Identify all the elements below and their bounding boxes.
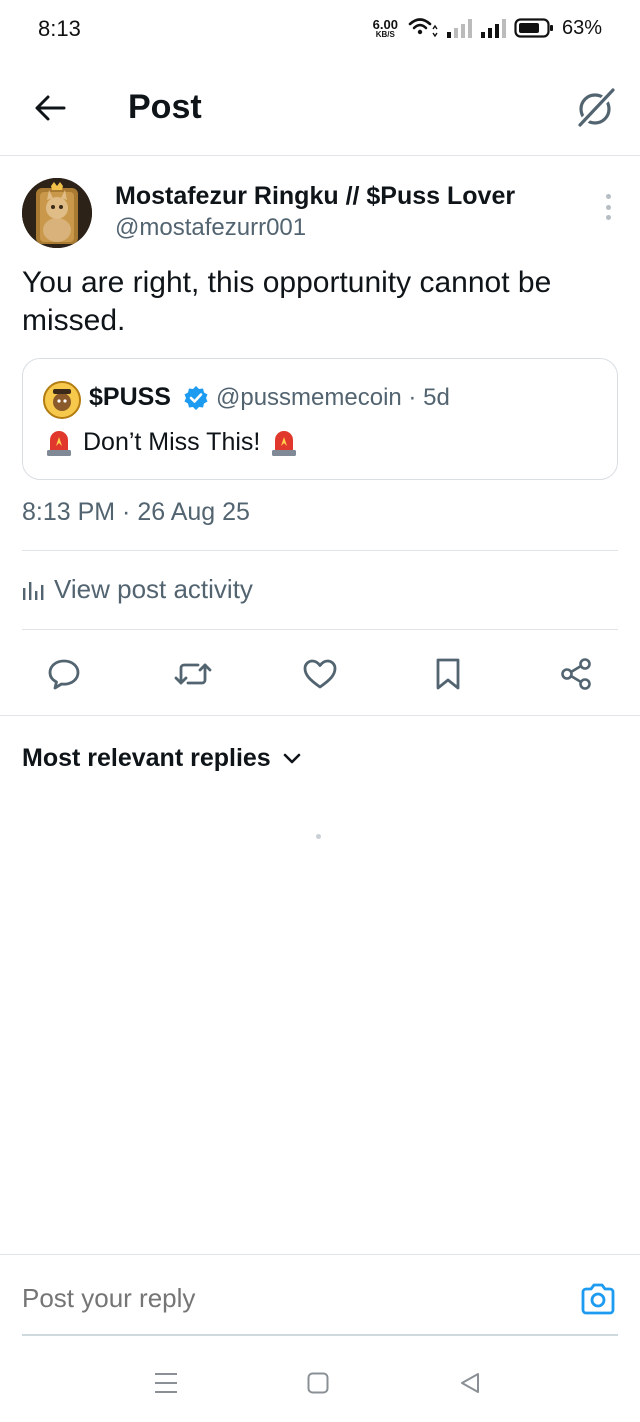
- home-button[interactable]: [298, 1368, 338, 1398]
- page-title: Post: [128, 88, 202, 126]
- system-nav-bar: [0, 1340, 640, 1422]
- quoted-author-handle: @pussmemecoin · 5d: [216, 384, 450, 411]
- author-name[interactable]: Mostafezur Ringku // $Puss Lover: [115, 182, 515, 211]
- wifi-icon: [408, 18, 438, 38]
- police-light-icon: [47, 431, 71, 456]
- bookmark-icon: [436, 658, 460, 690]
- back-button[interactable]: [28, 86, 72, 130]
- cat-on-throne-image: [22, 178, 92, 248]
- more-dot-icon: [605, 194, 611, 199]
- repost-button[interactable]: [169, 650, 217, 698]
- share-icon: [561, 658, 591, 690]
- net-speed-value: 6.00: [372, 16, 398, 32]
- share-button[interactable]: [552, 650, 600, 698]
- status-time: 8:13: [38, 16, 81, 41]
- grok-button[interactable]: [572, 84, 620, 132]
- reply-composer: [0, 1254, 640, 1336]
- reply-button[interactable]: [40, 650, 88, 698]
- quoted-text-row: Don’t Miss This!: [45, 427, 298, 457]
- net-speed-unit: KB/S: [375, 29, 395, 39]
- more-options-button[interactable]: [598, 192, 618, 222]
- loading-indicator: [316, 834, 321, 839]
- square-home-icon: [307, 1372, 329, 1394]
- battery-percent: 63%: [561, 16, 602, 39]
- quoted-text: Don’t Miss This!: [83, 427, 261, 456]
- divider: [0, 715, 640, 716]
- repost-icon: [174, 663, 212, 685]
- quoted-author-avatar: [43, 381, 81, 419]
- analytics-bars-icon: [23, 581, 44, 600]
- battery-icon: [514, 18, 553, 38]
- view-post-activity-link[interactable]: View post activity: [22, 574, 253, 605]
- more-dot-icon: [605, 204, 611, 210]
- recents-button[interactable]: [146, 1368, 186, 1398]
- camera-icon: [581, 1283, 615, 1315]
- net-speed: 6.00 KB/S: [373, 18, 398, 39]
- verified-badge-icon: [184, 386, 208, 410]
- view-post-activity-label: View post activity: [54, 574, 253, 604]
- divider: [22, 629, 618, 630]
- reply-icon: [48, 659, 80, 690]
- camera-button[interactable]: [578, 1279, 618, 1319]
- triangle-back-icon: [461, 1373, 479, 1393]
- menu-lines-icon: [155, 1373, 177, 1393]
- more-dot-icon: [605, 215, 611, 220]
- back-nav-button[interactable]: [450, 1368, 490, 1398]
- quoted-post[interactable]: $PUSS @pussmemecoin · 5d Don’t Miss This…: [22, 358, 618, 480]
- post-action-bar: [0, 646, 640, 704]
- chevron-down-icon: [283, 753, 301, 763]
- replies-sort-label: Most relevant replies: [22, 744, 271, 772]
- author-avatar[interactable]: [22, 178, 92, 248]
- bookmark-button[interactable]: [424, 650, 472, 698]
- replies-sort-dropdown[interactable]: Most relevant replies: [22, 744, 301, 773]
- grok-icon: [576, 88, 615, 129]
- reply-input-underline: [22, 1334, 618, 1336]
- arrow-left-icon: [35, 95, 66, 121]
- post-text: You are right, this opportunity cannot b…: [22, 266, 552, 337]
- author-handle[interactable]: @mostafezurr001: [115, 214, 306, 242]
- post-timestamp: 8:13 PM · 26 Aug 25: [22, 498, 250, 526]
- status-indicators: 6.00 KB/S 63%: [373, 14, 602, 42]
- reply-input[interactable]: [22, 1283, 502, 1314]
- signal-weak-icon: [446, 19, 472, 38]
- signal-strong-icon: [480, 19, 506, 38]
- like-button[interactable]: [296, 650, 344, 698]
- status-bar: 8:13 6.00 KB/S 63%: [0, 0, 640, 58]
- top-app-bar: Post: [0, 62, 640, 156]
- divider: [22, 550, 618, 551]
- quoted-author-name: $PUSS: [89, 383, 171, 411]
- police-light-icon: [272, 431, 297, 456]
- heart-icon: [303, 659, 337, 689]
